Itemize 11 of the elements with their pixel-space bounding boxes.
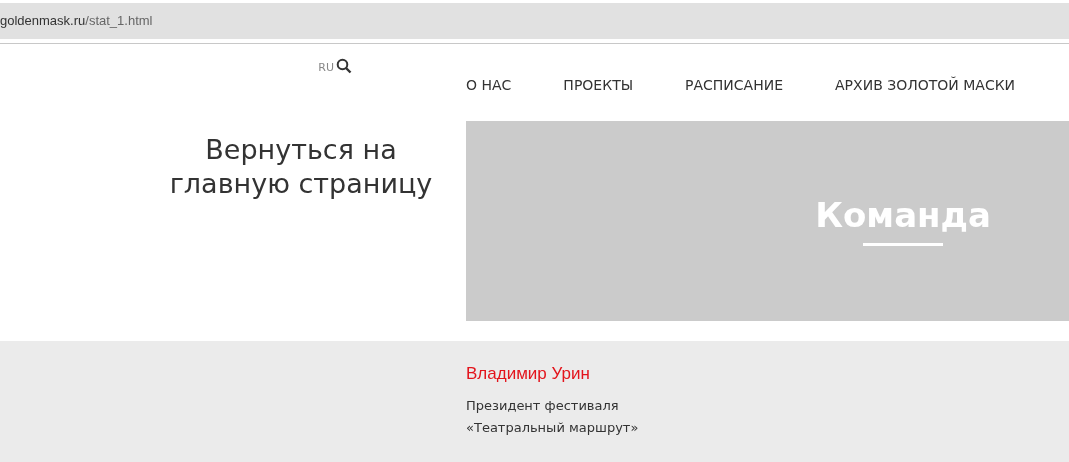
person-role: «Театральный маршрут» bbox=[466, 418, 640, 437]
back-link[interactable]: Вернуться на главную страницу bbox=[166, 133, 436, 321]
person-role: Президент фестиваля bbox=[466, 396, 620, 415]
language-switch[interactable]: RU bbox=[318, 60, 334, 77]
search-icon[interactable] bbox=[336, 58, 352, 74]
address-bar[interactable]: goldenmask.ru/stat_1.html bbox=[0, 11, 153, 31]
nav-link[interactable]: РАСПИСАНИЕ bbox=[685, 75, 784, 96]
person-name: Владимир Урин bbox=[466, 363, 591, 385]
nav-link[interactable]: АРХИВ ЗОЛОТОЙ МАСКИ bbox=[835, 75, 1016, 96]
nav-link[interactable]: О НАС bbox=[466, 75, 512, 96]
nav-link[interactable]: ПРОЕКТЫ bbox=[563, 75, 634, 96]
